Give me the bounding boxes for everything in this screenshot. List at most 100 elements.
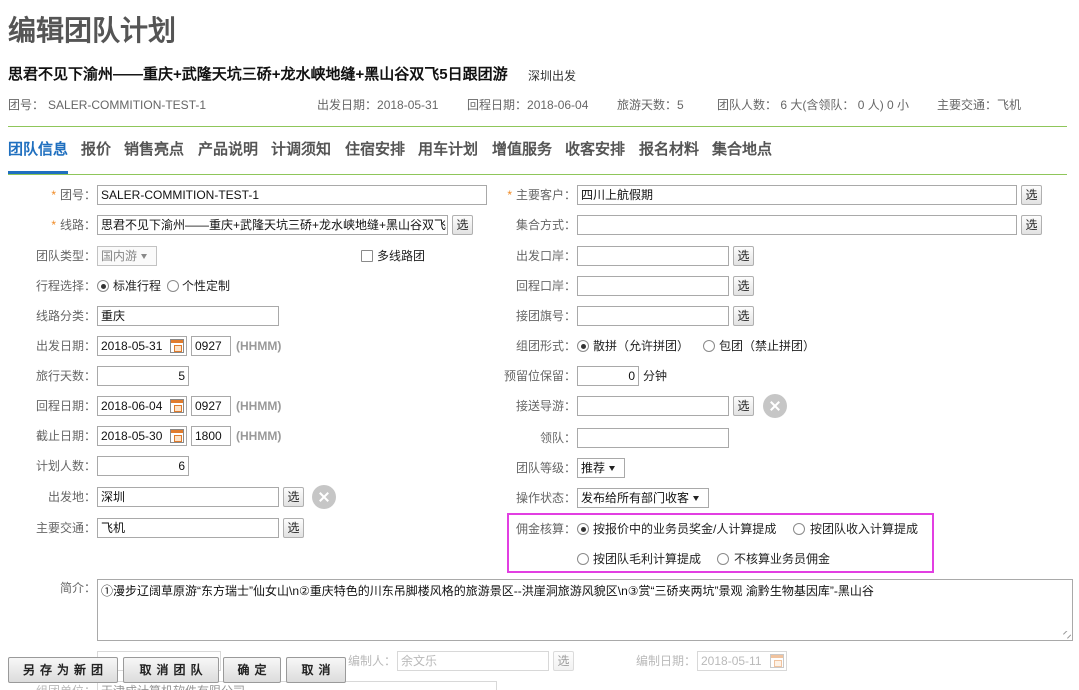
- tab-product-description[interactable]: 产品说明: [198, 141, 258, 159]
- route-category-input[interactable]: 重庆: [97, 306, 279, 326]
- calendar-icon[interactable]: [170, 429, 184, 443]
- commission-by-quote-radio[interactable]: [577, 523, 589, 535]
- calendar-icon[interactable]: [170, 399, 184, 413]
- tab-selling-points[interactable]: 销售亮点: [124, 141, 184, 159]
- group-flag-pick-button[interactable]: 选: [733, 306, 754, 326]
- group-form-private-radio[interactable]: [703, 340, 715, 352]
- main-transport-input[interactable]: 飞机: [97, 518, 279, 538]
- group-flag-label: 接团旗号：: [515, 309, 576, 323]
- tab-application-materials[interactable]: 报名材料: [639, 141, 699, 159]
- edit-date-label: 编制日期：: [635, 654, 696, 668]
- departure-date-input[interactable]: 2018-05-31: [97, 336, 187, 356]
- departure-port-label: 出发口岸：: [515, 249, 576, 263]
- return-port-input[interactable]: [577, 276, 729, 296]
- route-input[interactable]: 思君不见下渝州——重庆+武隆天坑三硚+龙水峡地缝+黑山谷双飞: [97, 215, 448, 235]
- main-transport-pick-button[interactable]: 选: [283, 518, 304, 538]
- team-no-input[interactable]: SALER-COMMITION-TEST-1: [97, 185, 487, 205]
- tab-value-added[interactable]: 增值服务: [492, 141, 552, 159]
- calendar-icon[interactable]: [770, 654, 784, 668]
- commission-by-quote-label: 按报价中的业务员奖金/人计算提成: [593, 522, 777, 536]
- info-value: 2018-06-04: [527, 98, 589, 112]
- calendar-icon[interactable]: [170, 339, 184, 353]
- leader-label: 领队：: [539, 431, 576, 445]
- travel-days-input[interactable]: 5: [97, 366, 189, 386]
- cancel-team-button[interactable]: 取消团队: [123, 657, 219, 683]
- itinerary-custom-radio[interactable]: [167, 280, 179, 292]
- op-status-select[interactable]: 发布给所有部门收客: [577, 488, 709, 508]
- return-port-pick-button[interactable]: 选: [733, 276, 754, 296]
- intro-textarea[interactable]: ①漫步辽阔草原游“东方瑞士”仙女山\n②重庆特色的川东吊脚楼风格的旅游景区--洪…: [97, 579, 1073, 641]
- tab-vehicle-plan[interactable]: 用车计划: [418, 141, 478, 159]
- editor-pick-button[interactable]: 选: [553, 651, 574, 671]
- tab-accommodation[interactable]: 住宿安排: [345, 141, 405, 159]
- tab-booking[interactable]: 收客安排: [565, 141, 625, 159]
- edit-date-value: 2018-05-11: [701, 654, 762, 668]
- save-as-new-button[interactable]: 另存为新团: [8, 657, 118, 683]
- time-format-hint: (HHMM): [236, 339, 282, 353]
- page-title: 编辑团队计划: [8, 15, 177, 46]
- team-type-label: 团队类型：: [35, 249, 96, 263]
- meeting-method-pick-button[interactable]: 选: [1021, 215, 1042, 235]
- edit-date-input[interactable]: 2018-05-11: [697, 651, 787, 671]
- main-customer-label: * 主要客户：: [440, 185, 576, 205]
- header-divider: [8, 126, 1067, 127]
- info-label: 回程日期：: [467, 98, 528, 112]
- clear-circle-icon[interactable]: [312, 485, 336, 509]
- commission-by-profit-radio[interactable]: [577, 553, 589, 565]
- guide-pick-button[interactable]: 选: [733, 396, 754, 416]
- route-category-label: 线路分类：: [35, 309, 96, 323]
- deadline-date-value: 2018-05-30: [101, 429, 163, 443]
- dropdown-arrow-icon: [693, 496, 700, 502]
- info-value: 5: [677, 98, 684, 112]
- itinerary-label: 行程选择：: [35, 279, 96, 293]
- clear-circle-icon[interactable]: [763, 394, 787, 418]
- leader-input[interactable]: [577, 428, 729, 448]
- main-customer-input[interactable]: 四川上航假期: [577, 185, 1017, 205]
- team-no-label: * 团号：: [0, 185, 96, 205]
- commission-none-label: 不核算业务员佣金: [734, 552, 831, 566]
- planned-count-input[interactable]: 6: [97, 456, 189, 476]
- departure-port-input[interactable]: [577, 246, 729, 266]
- info-label: 主要交通：: [937, 98, 998, 112]
- info-travel-days: 旅游天数：5: [617, 98, 684, 112]
- cancel-button[interactable]: 取消: [286, 657, 346, 683]
- itinerary-standard-radio[interactable]: [97, 280, 109, 292]
- departure-time-input[interactable]: 0927: [191, 336, 231, 356]
- main-customer-pick-button[interactable]: 选: [1021, 185, 1042, 205]
- departure-port-pick-button[interactable]: 选: [733, 246, 754, 266]
- route-name: 思君不见下渝州——重庆+武隆天坑三硚+龙水峡地缝+黑山谷双飞5日跟团游: [8, 66, 508, 83]
- team-level-select[interactable]: 推荐: [577, 458, 625, 478]
- deadline-date-input[interactable]: 2018-05-30: [97, 426, 187, 446]
- tab-meeting-point[interactable]: 集合地点: [712, 141, 772, 159]
- return-date-input[interactable]: 2018-06-04: [97, 396, 187, 416]
- group-flag-input[interactable]: [577, 306, 729, 326]
- departure-city: 深圳出发: [528, 69, 577, 83]
- reserve-hold-input[interactable]: 0: [577, 366, 639, 386]
- group-form-shared-radio[interactable]: [577, 340, 589, 352]
- dropdown-arrow-icon: [609, 466, 616, 472]
- guide-input[interactable]: [577, 396, 729, 416]
- group-form-label: 组团形式：: [515, 339, 576, 353]
- info-label: 团号：: [8, 98, 45, 112]
- required-mark: *: [507, 188, 512, 202]
- meeting-method-input[interactable]: [577, 215, 1017, 235]
- confirm-button[interactable]: 确定: [223, 657, 281, 683]
- return-time-input[interactable]: 0927: [191, 396, 231, 416]
- departure-place-pick-button[interactable]: 选: [283, 487, 304, 507]
- commission-by-revenue-radio[interactable]: [793, 523, 805, 535]
- team-type-select[interactable]: 国内游: [97, 246, 157, 266]
- tab-operator-notes[interactable]: 计调须知: [271, 141, 331, 159]
- resize-grip-icon[interactable]: [1063, 631, 1071, 639]
- multi-route-checkbox[interactable]: [361, 250, 373, 262]
- editor-input[interactable]: 余文乐: [397, 651, 549, 671]
- time-format-hint: (HHMM): [236, 429, 282, 443]
- commission-none-radio[interactable]: [717, 553, 729, 565]
- departure-place-input[interactable]: 深圳: [97, 487, 279, 507]
- group-form-private-label: 包团（禁止拼团）: [719, 339, 816, 353]
- tab-team-info[interactable]: 团队信息: [8, 141, 68, 159]
- tab-quote[interactable]: 报价: [81, 141, 111, 159]
- deadline-time-input[interactable]: 1800: [191, 426, 231, 446]
- dropdown-arrow-icon: [141, 254, 148, 260]
- group-form-shared-label: 散拼（允许拼团）: [593, 339, 690, 353]
- info-team-size: 团队人数： 6 大(含领队： 0 人) 0 小: [717, 98, 909, 112]
